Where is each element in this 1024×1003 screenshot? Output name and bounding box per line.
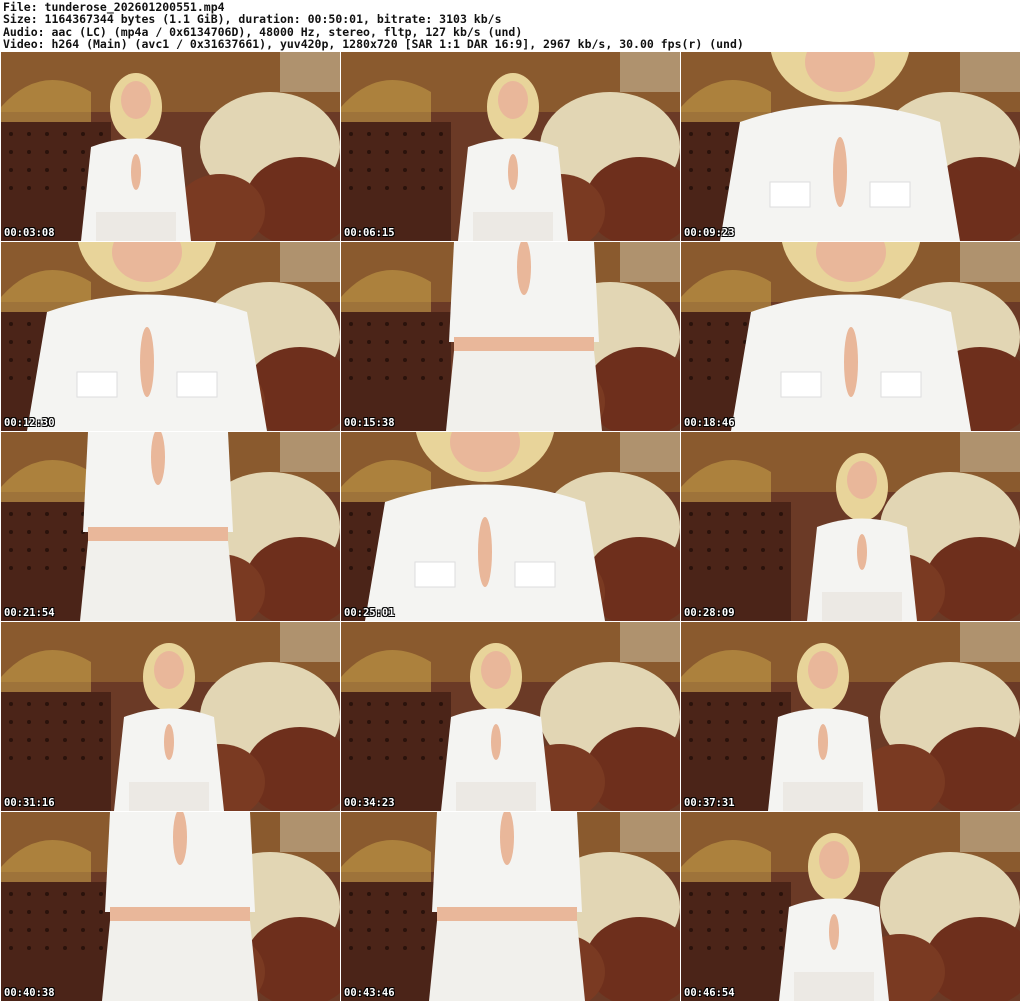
timestamp-label: 00:25:01 — [344, 607, 395, 619]
timestamp-label: 00:28:09 — [684, 607, 735, 619]
thumbnail-frame-image — [1, 52, 340, 241]
video-thumbnail: 00:28:09 — [681, 432, 1020, 621]
timestamp-label: 00:40:38 — [4, 987, 55, 999]
thumbnail-frame-image — [341, 622, 680, 811]
thumbnail-frame-image — [1, 812, 340, 1001]
thumbnail-frame-image — [341, 432, 680, 621]
thumbnail-frame-image — [1, 432, 340, 621]
thumbnail-frame-image — [681, 52, 1020, 241]
thumbnail-frame-image — [681, 622, 1020, 811]
file-info-header: File: tunderose_202601200551.mp4 Size: 1… — [3, 1, 1021, 51]
timestamp-label: 00:18:46 — [684, 417, 735, 429]
file-size-line: Size: 1164367344 bytes (1.1 GiB), durati… — [3, 12, 502, 27]
video-thumbnail: 00:09:23 — [681, 52, 1020, 241]
video-thumbnail: 00:46:54 — [681, 812, 1020, 1001]
timestamp-label: 00:03:08 — [4, 227, 55, 239]
video-thumbnail: 00:25:01 — [341, 432, 680, 621]
timestamp-label: 00:12:30 — [4, 417, 55, 429]
video-thumbnail: 00:06:15 — [341, 52, 680, 241]
thumbnail-frame-image — [341, 52, 680, 241]
timestamp-label: 00:43:46 — [344, 987, 395, 999]
thumbnail-frame-image — [1, 242, 340, 431]
video-thumbnail: 00:03:08 — [1, 52, 340, 241]
video-thumbnail: 00:15:38 — [341, 242, 680, 431]
video-thumbnail: 00:40:38 — [1, 812, 340, 1001]
timestamp-label: 00:34:23 — [344, 797, 395, 809]
video-thumbnail: 00:34:23 — [341, 622, 680, 811]
video-info-line: Video: h264 (Main) (avc1 / 0x31637661), … — [3, 37, 744, 52]
thumbnail-grid: 00:03:08 00:06:15 00:09:23 00:12:30 00:15:38… — [1, 52, 1023, 1002]
thumbnail-frame-image — [1, 622, 340, 811]
video-thumbnail: 00:43:46 — [341, 812, 680, 1001]
thumbnail-frame-image — [341, 242, 680, 431]
timestamp-label: 00:46:54 — [684, 987, 735, 999]
thumbnail-frame-image — [341, 812, 680, 1001]
timestamp-label: 00:21:54 — [4, 607, 55, 619]
thumbnail-frame-image — [681, 812, 1020, 1001]
video-thumbnail: 00:37:31 — [681, 622, 1020, 811]
timestamp-label: 00:06:15 — [344, 227, 395, 239]
timestamp-label: 00:15:38 — [344, 417, 395, 429]
timestamp-label: 00:37:31 — [684, 797, 735, 809]
video-thumbnail: 00:31:16 — [1, 622, 340, 811]
video-thumbnail: 00:12:30 — [1, 242, 340, 431]
timestamp-label: 00:31:16 — [4, 797, 55, 809]
thumbnail-frame-image — [681, 432, 1020, 621]
timestamp-label: 00:09:23 — [684, 227, 735, 239]
video-thumbnail: 00:21:54 — [1, 432, 340, 621]
thumbnail-frame-image — [681, 242, 1020, 431]
video-thumbnail: 00:18:46 — [681, 242, 1020, 431]
